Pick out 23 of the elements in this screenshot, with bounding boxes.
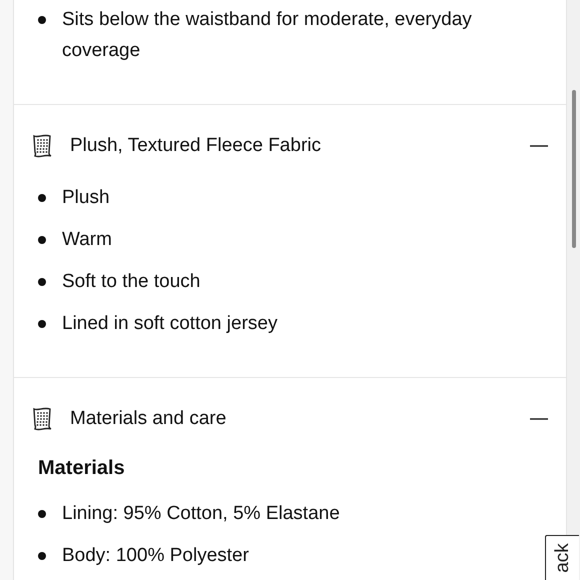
accordion-title: Plush, Textured Fleece Fabric (70, 135, 322, 157)
scrollbar-thumb[interactable] (572, 90, 576, 248)
bullet-text: Lined in soft cotton jersey (62, 312, 278, 336)
bullet-text: Body: 100% Polyester (62, 544, 249, 568)
bullet-icon (38, 16, 46, 24)
bullet-text: Lining: 95% Cotton, 5% Elastane (62, 502, 340, 526)
bullet-icon (38, 278, 46, 286)
bullet-icon (38, 320, 46, 328)
bullet-text: Sits below the waistband for moderate, everyday coverage (62, 8, 473, 63)
bullet-text: Soft to the touch (62, 270, 200, 294)
fabric-swatch-icon (30, 406, 54, 432)
bullet-text: Plush (62, 186, 110, 210)
bullet-icon (38, 194, 46, 202)
fabric-swatch-icon (30, 133, 54, 159)
accordion-header[interactable]: Materials and care (14, 378, 566, 434)
bullet-icon (38, 236, 46, 244)
bullet-icon (38, 552, 46, 560)
bullet-text: Warm (62, 228, 112, 252)
bullet-icon (38, 510, 46, 518)
accordion-header[interactable]: Plush, Textured Fleece Fabric (14, 105, 566, 161)
accordion-title: Materials and care (70, 408, 228, 430)
section-subheading: Materials (37, 456, 126, 481)
feedback-tab[interactable]: ack (545, 535, 579, 580)
